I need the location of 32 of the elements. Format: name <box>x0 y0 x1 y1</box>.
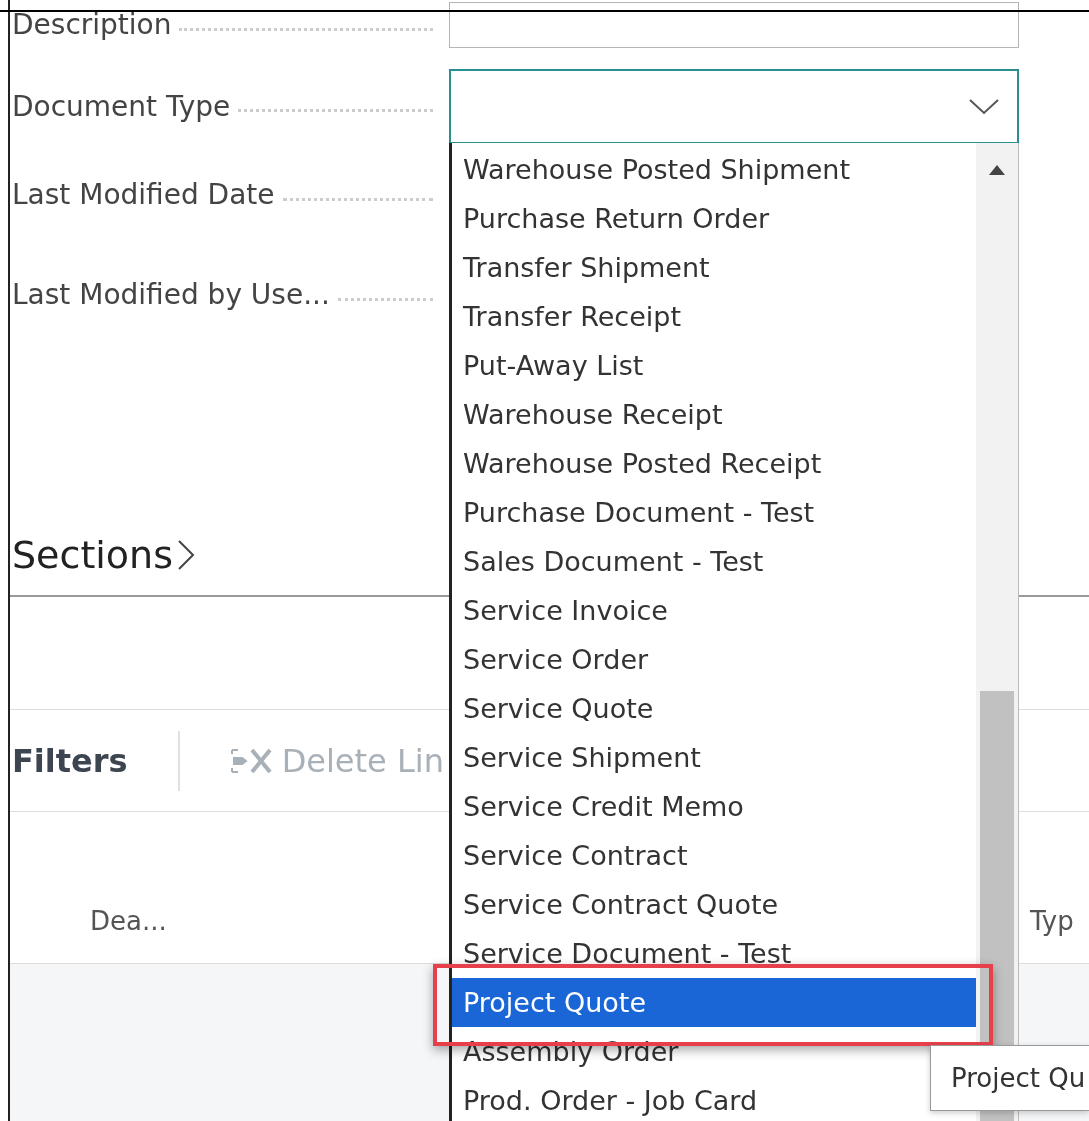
dropdown-option[interactable]: Warehouse Posted Shipment <box>452 145 976 194</box>
dropdown-option[interactable]: Transfer Receipt <box>452 292 976 341</box>
field-label: Description <box>12 7 172 43</box>
field-label: Last Modified by Use... <box>12 277 330 313</box>
field-label: Document Type <box>12 88 231 125</box>
dropdown-option[interactable]: Service Shipment <box>452 733 976 782</box>
dropdown-option[interactable]: Sales Document - Test <box>452 537 976 586</box>
sections-heading[interactable]: Sections <box>12 526 173 584</box>
dropdown-option[interactable]: Service Order <box>452 635 976 684</box>
dropdown-option[interactable]: Purchase Return Order <box>452 194 976 243</box>
field-label: Last Modified Date <box>12 177 275 213</box>
dropdown-option[interactable]: Project Quote <box>452 978 976 1027</box>
column-header[interactable]: Dea... <box>90 902 167 941</box>
dropdown-option[interactable]: Purchase Document - Test <box>452 488 976 537</box>
column-header[interactable]: Typ <box>1030 902 1074 941</box>
dropdown-option[interactable]: Service Contract <box>452 831 976 880</box>
dropdown-option[interactable]: Service Quote <box>452 684 976 733</box>
chevron-down-icon <box>969 98 999 115</box>
filters-title: Filters <box>11 740 128 782</box>
select-field[interactable] <box>449 69 1019 144</box>
dropdown-option[interactable]: Put-Away List <box>452 341 976 390</box>
tooltip: Project Qu <box>930 1045 1089 1111</box>
text-field[interactable] <box>449 2 1019 48</box>
scroll-up-icon[interactable] <box>989 165 1005 175</box>
dropdown-option[interactable]: Service Invoice <box>452 586 976 635</box>
chevron-right-icon <box>177 539 195 571</box>
dropdown-option[interactable]: Service Contract Quote <box>452 880 976 929</box>
dropdown-option[interactable]: Transfer Shipment <box>452 243 976 292</box>
dropdown-option[interactable]: Warehouse Posted Receipt <box>452 439 976 488</box>
dropdown-option[interactable]: Warehouse Receipt <box>452 390 976 439</box>
dropdown-option[interactable]: Service Credit Memo <box>452 782 976 831</box>
dropdown-option[interactable]: Service Document - Test <box>452 929 976 978</box>
